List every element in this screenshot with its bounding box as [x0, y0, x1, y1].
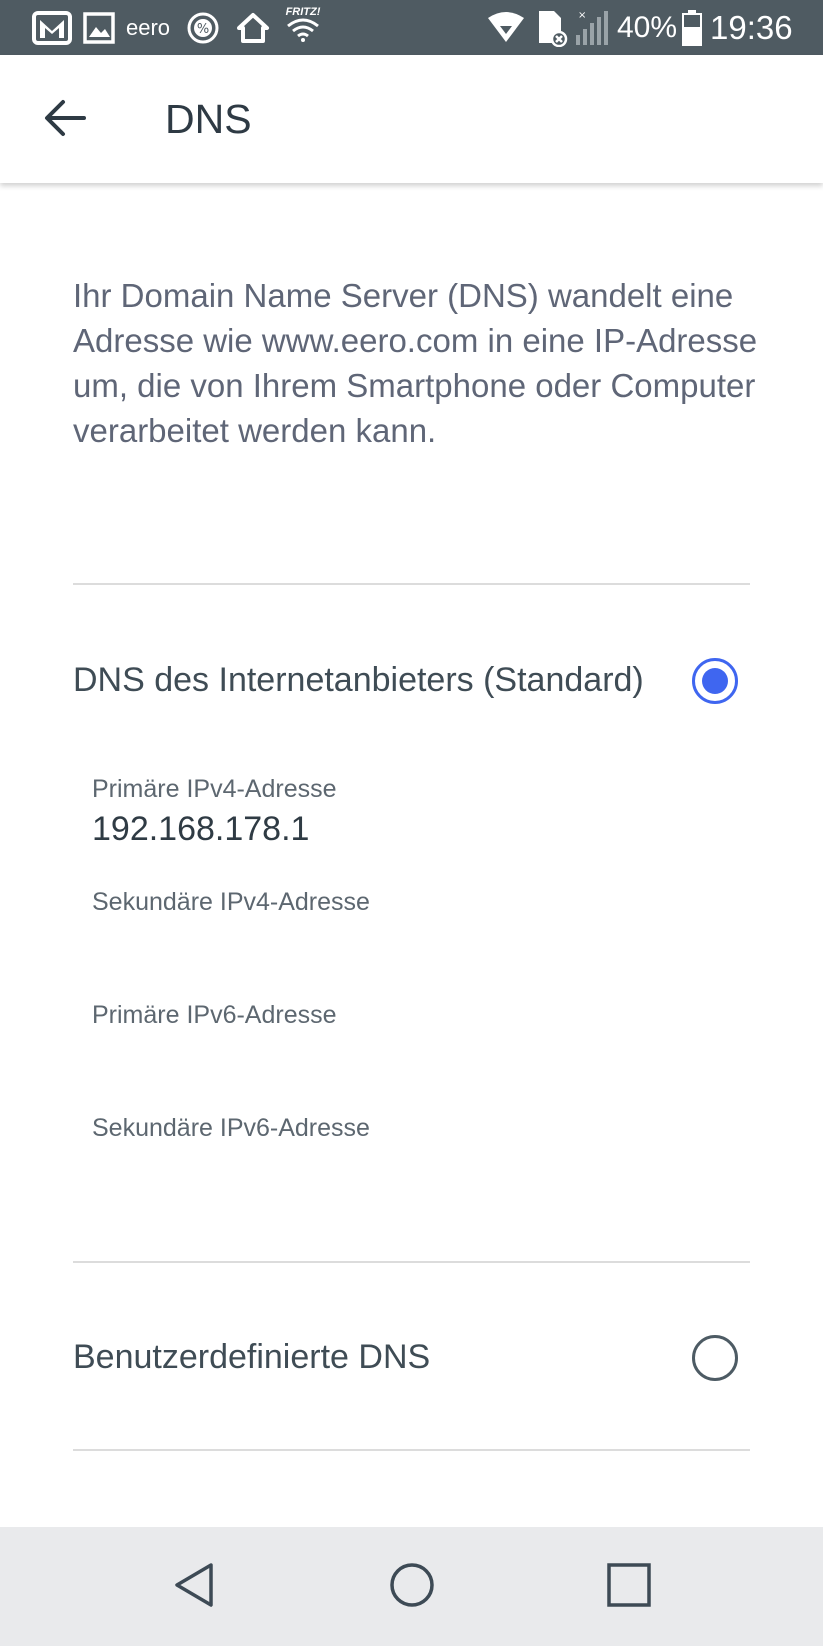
clock: 19:36	[710, 9, 793, 46]
option-isp-dns-label: DNS des Internetanbieters (Standard)	[73, 661, 644, 699]
svg-text:%: %	[197, 22, 209, 37]
battery-percent: 40%	[617, 11, 678, 44]
percent-icon: %	[186, 8, 220, 48]
primary-ipv4-value: 192.168.178.1	[92, 810, 310, 848]
secondary-ipv6-label: Sekundäre IPv6-Adresse	[92, 1114, 370, 1142]
nav-back-icon	[171, 1561, 217, 1614]
divider	[73, 583, 750, 585]
primary-ipv4-field: Primäre IPv4-Adresse 192.168.178.1	[92, 773, 692, 849]
home-icon	[236, 8, 270, 48]
nav-recents-button[interactable]	[594, 1552, 664, 1622]
back-button[interactable]	[30, 85, 100, 155]
divider	[73, 1261, 750, 1263]
secondary-ipv6-field: Sekundäre IPv6-Adresse	[92, 1112, 692, 1148]
wifi-icon	[486, 8, 526, 48]
fritz-label: FRITZ!	[285, 6, 321, 18]
battery-icon	[681, 8, 703, 48]
option-custom-dns-label: Benutzerdefinierte DNS	[73, 1338, 431, 1376]
primary-ipv6-field: Primäre IPv6-Adresse	[92, 999, 692, 1035]
isp-dns-radio[interactable]	[692, 658, 738, 704]
system-nav-bar	[0, 1527, 823, 1646]
secondary-ipv4-field: Sekundäre IPv4-Adresse	[92, 886, 692, 922]
data-icon	[536, 8, 568, 48]
eero-icon: eero	[126, 15, 171, 40]
nav-home-icon	[388, 1561, 436, 1614]
primary-ipv4-label: Primäre IPv4-Adresse	[92, 775, 337, 803]
gallery-icon	[82, 8, 116, 48]
secondary-ipv4-label: Sekundäre IPv4-Adresse	[92, 888, 370, 916]
nav-recents-icon	[606, 1562, 652, 1613]
radio-selected-dot	[702, 668, 728, 694]
page-title: DNS	[165, 96, 252, 142]
fritz-wifi-icon: FRITZ!	[282, 4, 324, 44]
option-custom-dns[interactable]: Benutzerdefinierte DNS	[73, 1317, 750, 1397]
arrow-back-icon	[44, 99, 86, 142]
dns-settings-content: Ihr Domain Name Server (DNS) wandelt ein…	[0, 183, 823, 1527]
app-bar: DNS	[0, 55, 823, 183]
divider	[73, 1449, 750, 1451]
signal-icon: ×	[574, 8, 610, 48]
status-bar: eero % FRITZ! × 40% 19:36	[0, 0, 823, 55]
primary-ipv6-label: Primäre IPv6-Adresse	[92, 1001, 337, 1029]
dns-description: Ihr Domain Name Server (DNS) wandelt ein…	[73, 277, 758, 449]
gmail-icon	[32, 8, 72, 48]
custom-dns-radio[interactable]	[692, 1335, 738, 1381]
svg-text:×: ×	[578, 10, 586, 21]
option-isp-dns[interactable]: DNS des Internetanbieters (Standard)	[73, 640, 750, 720]
nav-back-button[interactable]	[159, 1552, 229, 1622]
nav-home-button[interactable]	[377, 1552, 447, 1622]
